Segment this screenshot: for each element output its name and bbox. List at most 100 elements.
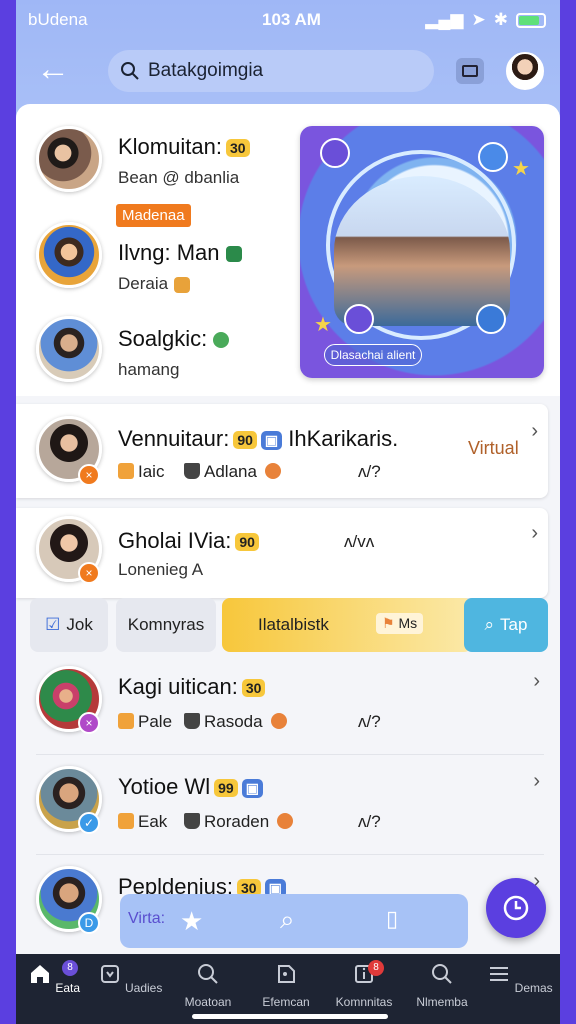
tab-ilatalbistk[interactable]: Ilatalbistk ⚑ Ms	[222, 598, 472, 652]
pet-icon	[174, 276, 191, 293]
status-dot-icon: ×	[78, 562, 100, 584]
id-card-icon: ▣	[241, 778, 263, 798]
nav-item-search[interactable]: Moatoan	[174, 962, 242, 1009]
search-icon	[121, 62, 139, 80]
star-icon-2: ★	[314, 314, 332, 336]
item-title: Kagi uitican: 30	[118, 674, 266, 700]
featured-card: Klomuitan: 30 Bean @ dbanlia Madenaa Ilvn…	[16, 104, 560, 396]
green-dot-icon	[213, 332, 230, 349]
nav-item-community[interactable]: Komnnitas	[330, 962, 398, 1009]
nav-label-home: Eata	[55, 981, 81, 995]
virtual-label: Virtual	[468, 438, 519, 458]
bluetooth-icon: ✱	[493, 10, 508, 29]
item-name-text: Yotioe Wl	[118, 774, 211, 799]
status-dot-icon: ×	[78, 712, 100, 734]
status-dot-icon: ×	[78, 464, 100, 486]
featured-name-1-text: Klomuitan:	[118, 134, 222, 159]
tab-chip: ⚑ Ms	[376, 613, 424, 634]
featured-subtitle-2: Deraia	[118, 274, 191, 294]
search-value: Batakgoimgia	[148, 60, 264, 81]
search-icon	[432, 964, 452, 984]
nav-label-search: Moatoan	[184, 995, 232, 1009]
app-screen: bUdena 103 AM ▂▄▆ ➤ ✱ ← Batakgoimgia Klo…	[16, 0, 560, 1024]
share-icon	[476, 304, 506, 334]
item-name-text: Gholai IVia:	[118, 528, 232, 553]
cart-bubble-icon	[344, 304, 374, 334]
tab-komnyras[interactable]: Komnyras	[116, 598, 216, 652]
nav-item-cart[interactable]: Uadies	[96, 962, 164, 995]
item-count: ʌ/vʌ	[344, 532, 375, 551]
flag-icon: ⚑	[382, 615, 399, 631]
family-avatar-icon[interactable]	[36, 126, 102, 192]
tag-icon	[118, 463, 134, 479]
tag-icon	[278, 965, 295, 983]
battery-tile-icon	[225, 246, 242, 263]
item-meta-1: Pale	[118, 712, 172, 732]
pet-icon	[264, 463, 281, 479]
item-badge: 90	[235, 533, 259, 552]
thumbs-up-icon	[184, 713, 200, 729]
featured-name-1[interactable]: Klomuitan: 30	[118, 134, 250, 160]
nav-label-tag: Efemcan	[262, 995, 310, 1009]
list-item[interactable]: × Vennuitaur: 90 ▣ IhKarikaris. Iaic Adlan…	[16, 404, 548, 498]
featured-tag[interactable]: Madenaa	[116, 204, 191, 227]
status-icons: ▂▄▆ ➤ ✱	[425, 10, 546, 30]
nav-label-members: Nlmemba	[416, 995, 468, 1009]
nav-label-cart: Uadies	[124, 981, 163, 995]
item-meta-1: Iaic	[118, 462, 164, 482]
kids-avatar-icon[interactable]	[36, 222, 102, 288]
item-badge: 90	[233, 431, 257, 450]
item-meta-2: Adlana	[184, 462, 285, 482]
timer-button[interactable]	[486, 878, 546, 938]
nav-item-menu[interactable]: Demas	[486, 962, 554, 995]
star-icon[interactable]: ★	[180, 906, 203, 937]
back-arrow-icon[interactable]: ←	[36, 52, 72, 88]
featured-subtitle-2-text: Deraia	[118, 274, 169, 293]
menu-icon	[490, 967, 509, 981]
nav-badge-home: 8	[62, 960, 78, 976]
item-meta-2-text: Rasoda	[204, 712, 263, 731]
home-icon	[30, 965, 49, 983]
clock: 103 AM	[262, 10, 321, 29]
battery-icon	[516, 12, 546, 28]
item-meta-2: Rasoda	[184, 712, 291, 732]
window-toggle-button[interactable]	[456, 58, 484, 84]
item-badge: 99	[214, 779, 238, 798]
profile-avatar[interactable]	[506, 52, 544, 90]
status-dot-icon: ✓	[78, 812, 100, 834]
featured-name-2[interactable]: Ilvng: Man	[118, 240, 242, 266]
nav-item-members[interactable]: Nlmemba	[408, 962, 476, 1009]
book-icon[interactable]: ▯	[386, 906, 398, 932]
tab-komnyras-label: Komnyras	[127, 615, 205, 634]
check-icon: ☑	[45, 615, 61, 634]
featured-badge-1: 30	[225, 139, 250, 158]
featured-name-3[interactable]: Soalgkic:	[118, 326, 230, 352]
search-input[interactable]: Batakgoimgia	[108, 50, 434, 92]
divider	[36, 854, 544, 855]
nav-item-tag[interactable]: Efemcan	[252, 962, 320, 1009]
item-meta-1-text: Iaic	[138, 462, 165, 481]
chat-search-icon[interactable]: ⌕	[280, 904, 295, 936]
item-name-text: Vennuitaur:	[118, 426, 230, 451]
thumbs-up-icon	[184, 813, 200, 829]
signal-icon: ▂▄▆	[425, 10, 464, 29]
tag-icon	[118, 713, 134, 729]
nav-label-menu: Demas	[514, 981, 553, 995]
item-title: Yotioe Wl 99 ▣	[118, 774, 263, 800]
pet-icon	[270, 713, 287, 729]
status-dot-icon: D	[78, 912, 100, 934]
tab-tap[interactable]: ⌕ Tap	[464, 598, 548, 652]
search-icon	[198, 964, 218, 984]
location-icon: ➤	[471, 10, 486, 29]
item-count: ʌ/?	[358, 812, 381, 831]
man-avatar-icon[interactable]	[36, 316, 102, 382]
tab-jok-label: Jok	[66, 615, 93, 634]
pet-icon	[277, 813, 294, 829]
hero-caption: Dlasachai alient	[324, 344, 422, 366]
hero-image[interactable]: ★ ★ Dlasachai alient	[300, 126, 544, 378]
floating-action-bar: Virta: ★ ⌕ ▯	[120, 894, 468, 948]
tab-jok[interactable]: ☑ Jok	[30, 598, 108, 652]
chevron-right-icon: ›	[533, 670, 540, 692]
list-item[interactable]: × Gholai IVia: 90 Lonenieg A ʌ/vʌ ›	[16, 508, 548, 598]
item-count: ʌ/?	[358, 462, 381, 481]
